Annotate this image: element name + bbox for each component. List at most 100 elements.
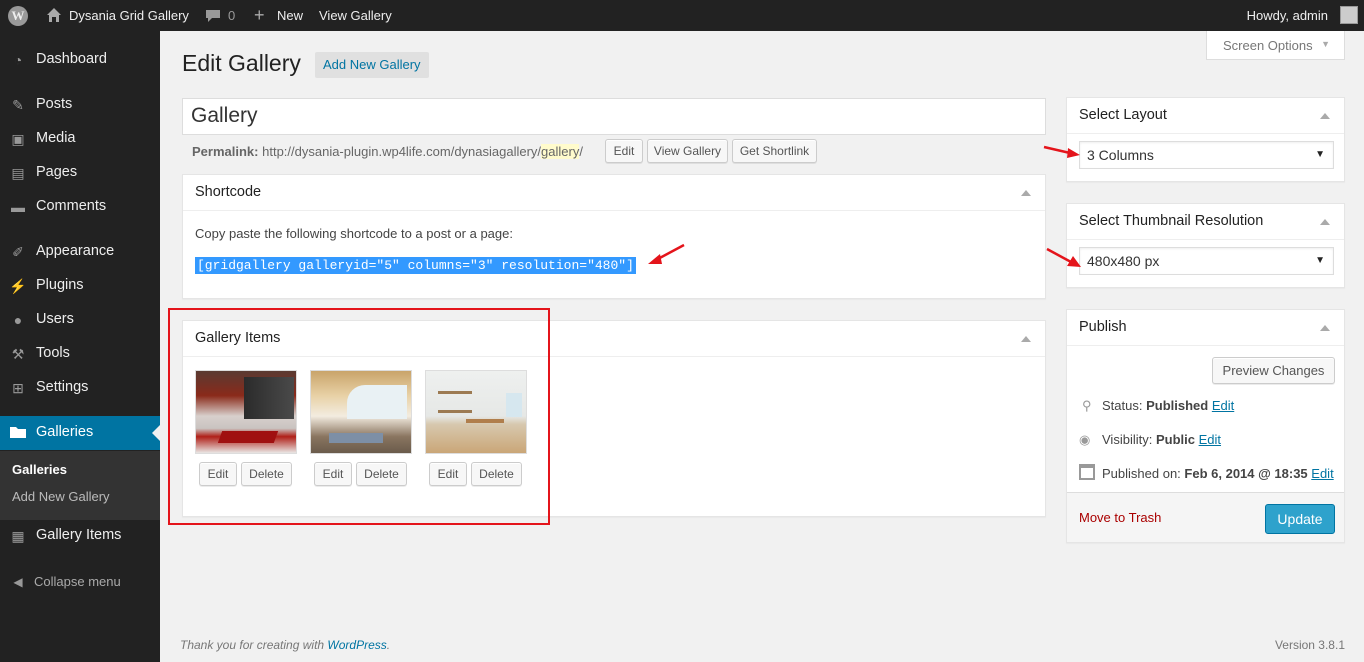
screen-options-label: Screen Options (1223, 38, 1313, 53)
folder-icon (9, 425, 27, 441)
pages-icon: ▤ (11, 165, 25, 181)
footer-thanks: Thank you for creating with WordPress. (180, 638, 390, 652)
avatar[interactable] (1340, 6, 1358, 24)
shortcode-box-title: Shortcode (195, 184, 262, 200)
new-link[interactable]: New (277, 0, 303, 31)
view-gallery-link[interactable]: View Gallery (319, 0, 392, 31)
menu-label: Dashboard (36, 51, 107, 67)
title-value: Gallery (191, 104, 258, 127)
thumbnail-resolution-header[interactable]: Select Thumbnail Resolution (1067, 204, 1344, 240)
user-icon: ● (13, 312, 23, 328)
submenu-add-new-gallery[interactable]: Add New Gallery (12, 489, 110, 504)
preview-changes-button[interactable]: Preview Changes (1212, 357, 1335, 384)
shortcode-instruction: Copy paste the following shortcode to a … (195, 226, 513, 241)
permalink-end: / (579, 144, 583, 159)
comments-count[interactable]: 0 (228, 0, 235, 31)
edit-permalink-button[interactable]: Edit (605, 139, 643, 163)
admin-bar: W Dysania Grid Gallery 0 + New View Gall… (0, 0, 1364, 31)
collapse-menu[interactable]: ◀ Collapse menu (0, 565, 160, 599)
permalink-base: http://dysania-plugin.wp4life.com/dynasi… (262, 144, 542, 159)
comment-icon: ▬ (11, 199, 25, 215)
toggle-arrow-icon[interactable] (1021, 336, 1031, 342)
menu-settings[interactable]: ⊞ Settings (0, 371, 160, 405)
dropdown-caret-icon: ▼ (1315, 149, 1325, 160)
permalink-slug[interactable]: gallery (541, 144, 580, 159)
published-on-label: Published on: (1102, 466, 1181, 481)
published-on-value: Feb 6, 2014 @ 18:35 (1184, 466, 1308, 481)
comment-bubble-icon[interactable] (205, 0, 221, 31)
brush-icon: ✐ (12, 244, 24, 260)
shortcode-box-header[interactable]: Shortcode (183, 175, 1045, 211)
dropdown-caret-icon: ▼ (1315, 255, 1325, 266)
select-layout-box: Select Layout 3 Columns ▼ (1066, 97, 1345, 182)
menu-tools[interactable]: ⚒ Tools (0, 337, 160, 371)
publish-header[interactable]: Publish (1067, 310, 1344, 346)
menu-galleries[interactable]: Galleries (0, 416, 160, 450)
permalink-label: Permalink: (192, 144, 259, 159)
get-shortlink-button[interactable]: Get Shortlink (732, 139, 817, 163)
screen-options-button[interactable]: Screen Options ▼ (1206, 31, 1345, 60)
visibility-label: Visibility: (1102, 432, 1153, 447)
home-icon[interactable] (46, 0, 62, 31)
thumbnail-resolution-title: Select Thumbnail Resolution (1079, 213, 1264, 229)
admin-sidebar: ◔ Dashboard ✎ Posts ▣ Media ▤ Pages ▬ Co… (0, 31, 160, 662)
red-arrow-icon (648, 243, 685, 264)
menu-dashboard[interactable]: ◔ Dashboard (0, 43, 160, 77)
toggle-arrow-icon[interactable] (1320, 113, 1330, 119)
update-button[interactable]: Update (1265, 504, 1335, 534)
menu-label: Media (36, 130, 76, 146)
wordpress-link[interactable]: WordPress (327, 638, 386, 652)
menu-appearance[interactable]: ✐ Appearance (0, 235, 160, 269)
resolution-select-value: 480x480 px (1087, 253, 1160, 269)
footer-version: Version 3.8.1 (1274, 638, 1345, 652)
view-gallery-button[interactable]: View Gallery (647, 139, 728, 163)
menu-label: Plugins (36, 277, 84, 293)
menu-label: Settings (36, 379, 89, 395)
shortcode-code[interactable]: [gridgallery galleryid="5" columns="3" r… (195, 257, 636, 274)
page-title: Edit Gallery (182, 50, 301, 76)
status-row: Status: Published Edit (1102, 398, 1234, 413)
edit-visibility-link[interactable]: Edit (1199, 432, 1221, 447)
menu-plugins[interactable]: ⚡ Plugins (0, 269, 160, 303)
shortcode-box: Shortcode Copy paste the following short… (182, 174, 1046, 299)
site-name-link[interactable]: Dysania Grid Gallery (69, 0, 189, 31)
wordpress-logo-icon[interactable]: W (8, 6, 28, 26)
wrench-icon: ⚒ (11, 346, 25, 362)
edit-status-link[interactable]: Edit (1212, 398, 1234, 413)
menu-label: Appearance (36, 243, 115, 259)
calendar-icon (1079, 464, 1095, 480)
gallery-icon: ▦ (11, 528, 25, 544)
resolution-select[interactable]: 480x480 px ▼ (1079, 247, 1334, 275)
menu-posts[interactable]: ✎ Posts (0, 88, 160, 122)
visibility-value: Public (1155, 432, 1195, 447)
layout-select[interactable]: 3 Columns ▼ (1079, 141, 1334, 169)
move-to-trash-link[interactable]: Move to Trash (1079, 510, 1161, 525)
media-icon: ▣ (11, 131, 25, 147)
menu-pages[interactable]: ▤ Pages (0, 156, 160, 190)
toggle-arrow-icon[interactable] (1320, 219, 1330, 225)
red-arrow-icon (1046, 247, 1081, 267)
toggle-arrow-icon[interactable] (1021, 190, 1031, 196)
menu-gallery-items[interactable]: ▦ Gallery Items (0, 519, 160, 553)
pin-icon: ⚲ (1082, 398, 1092, 413)
toggle-arrow-icon[interactable] (1320, 325, 1330, 331)
select-layout-header[interactable]: Select Layout (1067, 98, 1344, 134)
publish-box: Publish Preview Changes ⚲ Status: Publis… (1066, 309, 1345, 543)
howdy-user[interactable]: Howdy, admin (1247, 0, 1328, 31)
highlight-box (168, 308, 550, 525)
menu-label: Gallery Items (36, 527, 122, 543)
status-label: Status: (1102, 398, 1143, 413)
add-new-gallery-button[interactable]: Add New Gallery (315, 52, 429, 78)
title-input[interactable]: Gallery (182, 98, 1046, 135)
red-arrow-icon (1043, 145, 1080, 158)
menu-comments[interactable]: ▬ Comments (0, 190, 160, 224)
edit-date-link[interactable]: Edit (1311, 466, 1333, 481)
menu-users[interactable]: ● Users (0, 303, 160, 337)
submenu-galleries[interactable]: Galleries (12, 462, 67, 477)
plugin-icon: ⚡ (9, 278, 27, 294)
visibility-row: Visibility: Public Edit (1102, 432, 1221, 447)
menu-media[interactable]: ▣ Media (0, 122, 160, 156)
pin-icon: ✎ (12, 97, 24, 113)
plus-icon[interactable]: + (254, 0, 265, 31)
footer-thanks-text: Thank you for creating with (180, 638, 325, 652)
